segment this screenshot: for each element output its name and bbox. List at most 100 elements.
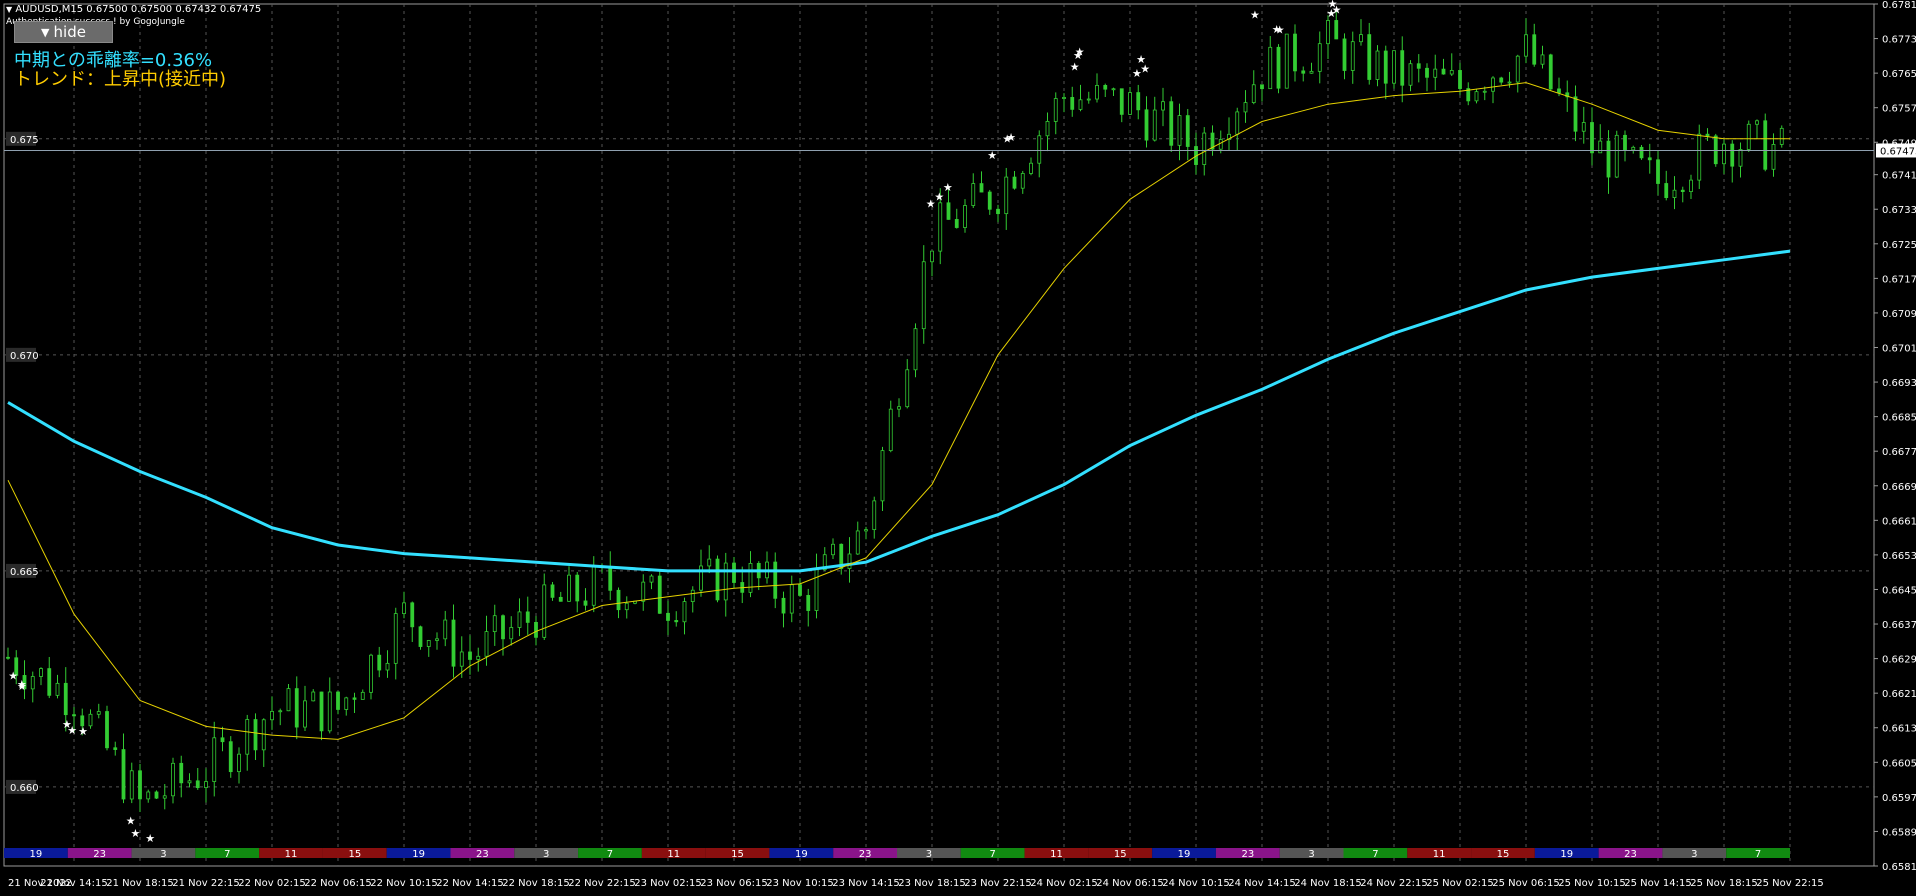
candle-body bbox=[1540, 54, 1545, 65]
candle-body bbox=[1367, 34, 1372, 80]
candle-body bbox=[1400, 50, 1405, 86]
candle-body bbox=[723, 562, 728, 601]
candle-body bbox=[954, 219, 959, 228]
candle-body bbox=[1507, 81, 1512, 84]
candle-body bbox=[1441, 68, 1446, 75]
price-axis-label: 0.67257 bbox=[1882, 240, 1916, 251]
candle-body bbox=[1482, 90, 1487, 93]
price-chart[interactable]: 21 Nov 202221 Nov 14:1521 Nov 18:1521 No… bbox=[0, 0, 1916, 896]
candle-body bbox=[360, 691, 365, 700]
price-level-label: 0.665 bbox=[10, 567, 39, 578]
price-axis-label: 0.66297 bbox=[1882, 655, 1916, 666]
candle-body bbox=[1392, 50, 1396, 84]
candle-body bbox=[1037, 135, 1042, 164]
price-axis-label: 0.66377 bbox=[1882, 620, 1916, 631]
chart-area[interactable]: 21 Nov 2022 21 Nov 14:15 21 Nov 18:15 21 No… bbox=[0, 0, 1916, 896]
star-marker-icon: ★ bbox=[126, 815, 136, 828]
star-marker-icon: ★ bbox=[926, 198, 936, 211]
star-marker-icon: ★ bbox=[1250, 9, 1260, 22]
time-axis-label: 22 Nov 06:15 bbox=[304, 878, 371, 889]
star-marker-icon: ★ bbox=[943, 181, 953, 194]
candle-body bbox=[237, 753, 241, 773]
star-marker-icon: ★ bbox=[1136, 53, 1146, 66]
triangle-down-icon: ▼ bbox=[41, 25, 50, 39]
candle-body bbox=[1738, 149, 1743, 167]
candle-body bbox=[1664, 183, 1669, 198]
session-label: 23 bbox=[476, 849, 489, 860]
session-label: 7 bbox=[1755, 849, 1761, 860]
candle-body bbox=[1763, 120, 1768, 170]
time-axis-label: 23 Nov 22:15 bbox=[964, 878, 1031, 889]
candle-body bbox=[1631, 146, 1636, 151]
candle-body bbox=[72, 714, 76, 717]
candle-body bbox=[1606, 140, 1611, 178]
candle-body bbox=[913, 328, 918, 371]
candle-body bbox=[327, 691, 332, 732]
candle-body bbox=[1218, 139, 1223, 150]
price-axis-label: 0.67097 bbox=[1882, 309, 1916, 320]
candle-body bbox=[789, 584, 794, 614]
candle-body bbox=[1416, 63, 1421, 69]
candle-body bbox=[1755, 120, 1759, 125]
session-label: 3 bbox=[160, 849, 166, 860]
time-axis-label: 25 Nov 22:15 bbox=[1756, 878, 1823, 889]
candle-body bbox=[1086, 98, 1091, 101]
candle-body bbox=[979, 183, 984, 193]
candle-body bbox=[641, 581, 646, 602]
candle-body bbox=[47, 668, 52, 696]
candle-body bbox=[270, 711, 274, 721]
candle-body bbox=[1095, 85, 1099, 100]
candle-body bbox=[971, 183, 976, 206]
candle-body bbox=[1730, 143, 1735, 167]
candle-body bbox=[1515, 55, 1520, 83]
price-axis-label: 0.66857 bbox=[1882, 413, 1916, 424]
candle-body bbox=[1598, 140, 1603, 154]
price-axis-label: 0.67017 bbox=[1882, 344, 1916, 355]
candle-body bbox=[319, 691, 324, 732]
candle-body bbox=[534, 622, 538, 638]
menu-triangle-icon[interactable]: ▼ bbox=[6, 5, 12, 14]
star-marker-icon: ★ bbox=[1073, 49, 1083, 62]
candle-body bbox=[501, 615, 505, 640]
candle-body bbox=[1722, 143, 1726, 165]
candle-body bbox=[55, 682, 60, 696]
price-axis-label: 0.67812 bbox=[1882, 0, 1916, 11]
candle-body bbox=[1491, 77, 1495, 92]
candle-body bbox=[1581, 122, 1586, 132]
candle-body bbox=[171, 762, 175, 797]
candle-body bbox=[1342, 38, 1347, 71]
candle-body bbox=[402, 602, 406, 614]
candle-body bbox=[1647, 157, 1652, 161]
candle-body bbox=[1152, 109, 1157, 141]
session-label: 19 bbox=[412, 849, 425, 860]
session-label: 11 bbox=[285, 849, 298, 860]
candle-body bbox=[946, 202, 951, 220]
price-axis-label: 0.65977 bbox=[1882, 793, 1916, 804]
candle-body bbox=[336, 691, 340, 710]
candle-body bbox=[187, 780, 192, 784]
candle-body bbox=[261, 719, 266, 751]
candle-body bbox=[286, 688, 291, 712]
star-marker-icon: ★ bbox=[1070, 60, 1080, 73]
candle-body bbox=[814, 569, 819, 611]
star-marker-icon: ★ bbox=[78, 725, 88, 738]
candle-body bbox=[517, 611, 522, 628]
session-label: 23 bbox=[1624, 849, 1637, 860]
candle-body bbox=[377, 654, 382, 671]
candle-body bbox=[806, 595, 811, 611]
candle-body bbox=[649, 575, 654, 583]
time-axis-label: 24 Nov 02:15 bbox=[1030, 878, 1097, 889]
star-marker-icon: ★ bbox=[67, 724, 77, 737]
candle-body bbox=[732, 562, 736, 583]
candle-body bbox=[690, 589, 695, 603]
time-axis-label: 24 Nov 10:15 bbox=[1162, 878, 1229, 889]
candle-body bbox=[1144, 109, 1149, 141]
time-axis-label: 22 Nov 22:15 bbox=[568, 878, 635, 889]
candle-body bbox=[1614, 134, 1619, 178]
candle-body bbox=[996, 208, 1000, 215]
time-axis-label: 22 Nov 02:15 bbox=[238, 878, 305, 889]
candle-body bbox=[1177, 115, 1182, 146]
candle-body bbox=[468, 651, 472, 660]
hide-button[interactable]: ▼ hide bbox=[14, 21, 113, 43]
candle-body bbox=[1779, 127, 1784, 145]
